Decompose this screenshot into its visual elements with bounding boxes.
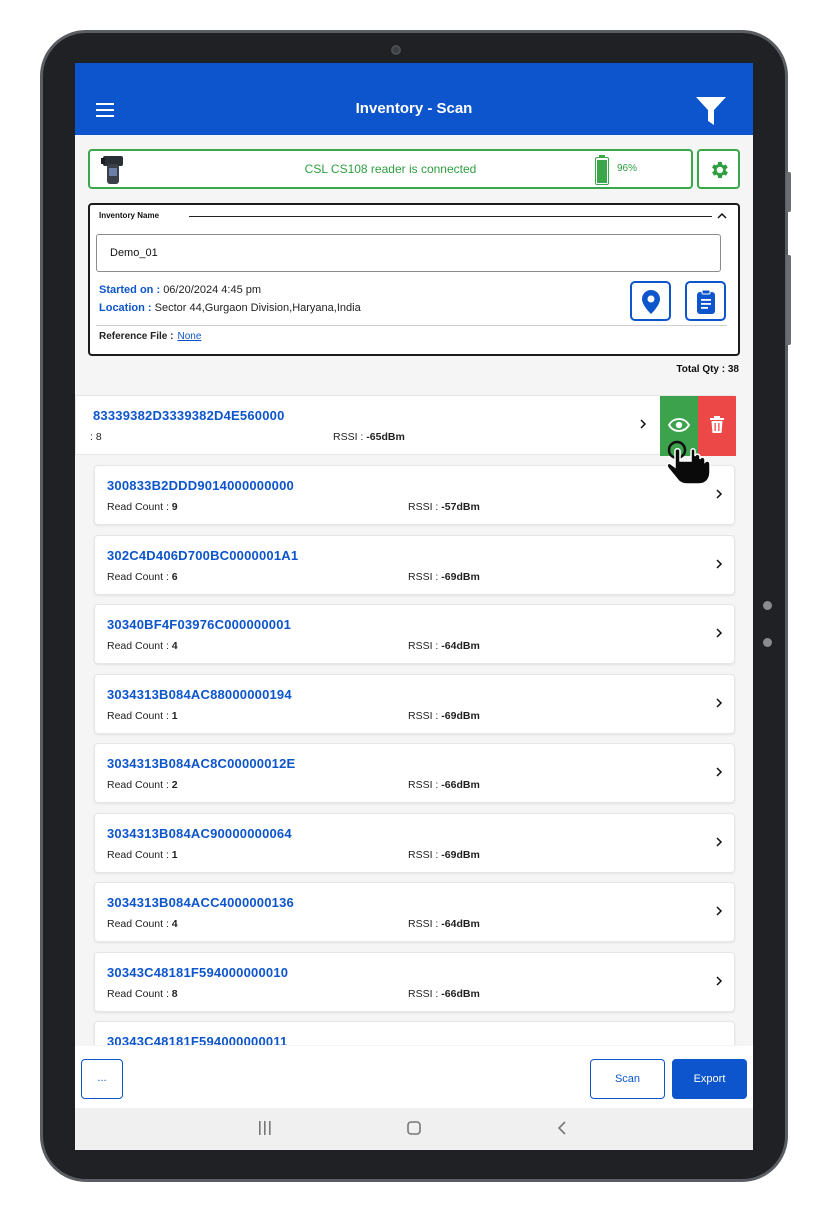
tag-epc: 30343C48181F594000000011 [107,1034,288,1045]
tag-row[interactable]: 3034313B084AC8C00000012E Read Count : 2 RS… [94,743,735,803]
filter-funnel-icon[interactable] [695,96,727,126]
chevron-right-icon [716,697,723,708]
tag-read-count: Read Count : 4 [107,918,178,930]
tag-epc: 300833B2DDD9014000000000 [107,478,294,493]
recent-apps-icon[interactable] [259,1121,271,1135]
inventory-name-label: Inventory Name [99,211,160,220]
tag-rssi: RSSI : -65dBm [333,431,405,443]
tag-rssi: RSSI : -64dBm [408,918,480,930]
power-button [786,172,791,212]
inventory-name-input[interactable]: Demo_01 [96,234,721,272]
tag-read-count: : 8 [90,431,102,443]
side-sensor [763,601,772,610]
started-on-value: 06/20/2024 4:45 pm [163,284,262,296]
tag-rssi: RSSI : -64dBm [408,640,480,652]
chevron-right-icon [716,628,723,638]
tag-row[interactable]: 300833B2DDD9014000000000 Read Count : 9 RS… [94,465,735,525]
chevron-right-icon [716,558,723,569]
tag-rssi: RSSI : -57dBm [408,501,480,513]
tag-row[interactable]: 30343C48181F594000000010 Read Count : 8 RS… [94,951,735,1012]
divider [96,325,727,326]
location-button[interactable] [630,281,671,321]
more-options-button[interactable]: ... [81,1059,123,1099]
volume-button [786,255,791,345]
tag-row[interactable]: 30340BF4F03976C000000001 Read Count : 4 RS… [94,604,735,664]
app-header: Inventory - Scan [75,63,753,135]
tag-epc: 3034313B084AC90000000064 [107,825,292,841]
trash-icon [710,416,724,433]
scan-button[interactable]: Scan [590,1059,665,1099]
tap-gesture-hand-icon [666,440,711,485]
tag-epc: 30343C48181F594000000010 [107,964,289,980]
battery-percent: 96% [617,163,638,174]
clipboard-icon [697,289,715,314]
tag-rssi: RSSI : -69dBm [408,709,480,722]
tag-read-count: Read Count : 2 [107,779,178,791]
export-button[interactable]: Export [672,1059,747,1099]
chevron-up-icon[interactable] [717,212,727,220]
started-on-row: Started on : 06/20/2024 4:45 pm [99,284,262,296]
page-title: Inventory - Scan [355,100,473,117]
tag-epc: 30340BF4F03976C000000001 [107,617,292,632]
tag-rssi: RSSI : -66dBm [408,987,480,1000]
tag-epc: 3034313B084AC88000000194 [107,686,292,702]
tag-read-count: Read Count : 4 [107,640,178,652]
tag-read-count: Read Count : 9 [107,501,178,513]
location-value: Sector 44,Gurgaon Division,Haryana,India [154,302,361,314]
reference-file-row: Reference File : None [99,331,202,342]
reader-connection-bar: CSL CS108 reader is connected 96% [88,149,693,189]
tag-row[interactable]: 3034313B084AC90000000064 Read Count : 1 RS… [94,812,735,873]
home-icon[interactable] [407,1121,421,1135]
map-pin-icon [642,290,660,314]
tag-rssi: RSSI : -69dBm [408,570,480,583]
side-sensor [763,638,772,647]
chevron-right-icon [716,767,723,777]
camera-icon [391,45,401,55]
tag-epc: 83339382D3339382D4E560000 [93,408,285,423]
settings-button[interactable] [697,149,740,189]
tag-row[interactable]: 30343C48181F594000000011 [94,1021,735,1045]
chevron-right-icon [716,975,723,986]
app-screen: Inventory - Scan CSL CS108 reader is con… [75,63,753,1150]
location-row: Location : Sector 44,Gurgaon Division,Ha… [99,302,361,314]
eye-icon [668,418,690,432]
tag-read-count: Read Count : 1 [107,848,178,861]
battery-icon [595,155,609,185]
tag-rssi: RSSI : -69dBm [408,848,480,861]
reference-file-link[interactable]: None [177,331,201,342]
divider [189,216,712,217]
chevron-right-icon [716,836,723,847]
tag-row[interactable]: 302C4D406D700BC0000001A1 Read Count : 6 RS… [94,534,735,595]
tag-read-count: Read Count : 8 [107,987,178,1000]
tag-epc: 3034313B084AC8C00000012E [107,756,296,771]
tag-rssi: RSSI : -66dBm [408,779,480,791]
chevron-right-icon [640,419,647,429]
gear-icon [712,161,728,179]
chevron-right-icon [716,906,723,916]
inventory-info-card: Inventory Name Demo_01 Started on : 06/2… [88,203,740,356]
tag-row[interactable]: 3034313B084AC88000000194 Read Count : 1 RS… [94,673,735,734]
tag-read-count: Read Count : 1 [107,709,178,722]
back-icon[interactable] [557,1121,567,1135]
bottom-action-bar: ... Scan Export [75,1046,753,1108]
tag-epc: 302C4D406D700BC0000001A1 [107,547,299,563]
total-quantity: Total Qty : 38 [676,364,739,375]
notes-button[interactable] [685,281,726,321]
swiped-tag-row[interactable]: 83339382D3339382D4E560000 : 8 RSSI : -65… [75,395,736,456]
tag-epc: 3034313B084ACC4000000136 [107,895,294,910]
tag-read-count: Read Count : 6 [107,570,178,583]
tag-list[interactable]: 83339382D3339382D4E560000 : 8 RSSI : -65… [75,395,753,1045]
system-navigation-bar [75,1108,753,1150]
chevron-right-icon [716,489,723,499]
tag-row[interactable]: 3034313B084ACC4000000136 Read Count : 4 RS… [94,882,735,942]
